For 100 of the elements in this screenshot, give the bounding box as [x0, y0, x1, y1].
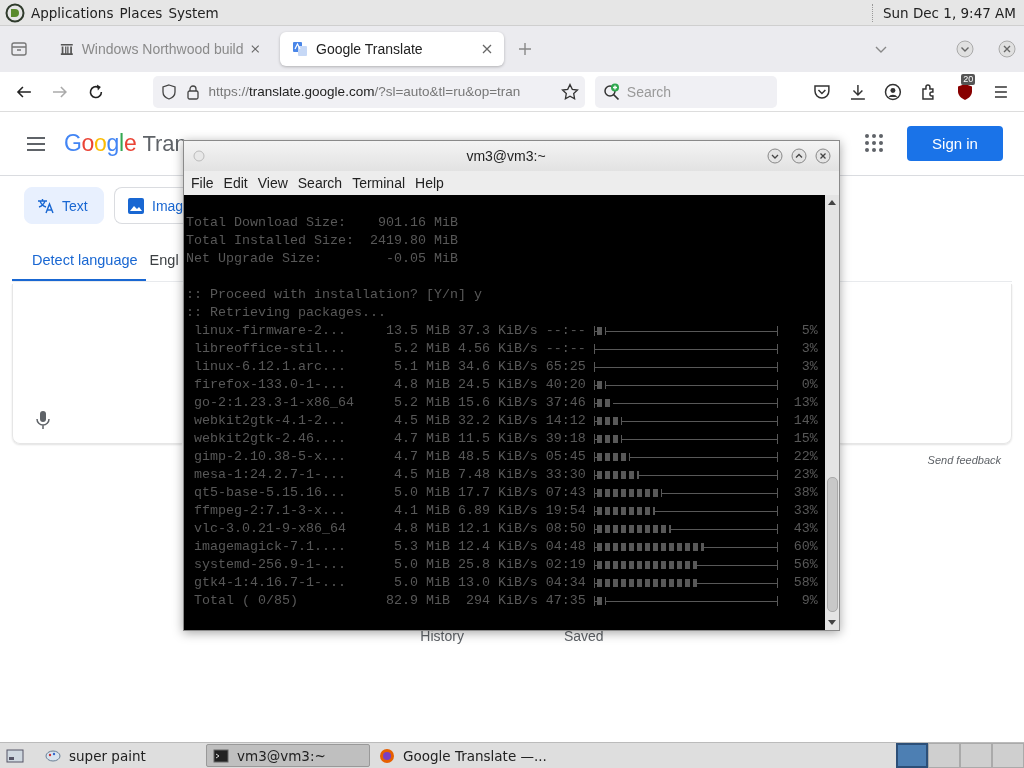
download-speed: 12.1 KiB/s: [456, 520, 538, 538]
download-size: 5.2 MiB: [392, 394, 450, 412]
percent-complete: 3%: [800, 358, 818, 376]
scroll-up-icon[interactable]: [828, 199, 836, 205]
percent-complete: 33%: [792, 502, 818, 520]
download-speed: 13.0 KiB/s: [456, 574, 538, 592]
percent-complete: 13%: [792, 394, 818, 412]
image-icon: [127, 196, 145, 215]
download-speed: 294 KiB/s: [464, 592, 538, 610]
scrollbar-thumb[interactable]: [826, 477, 838, 612]
terminal-line: :: Retrieving packages...: [186, 304, 387, 322]
menu-item[interactable]: File: [186, 175, 219, 191]
close-icon[interactable]: [482, 44, 492, 54]
footer-label[interactable]: Saved: [563, 628, 604, 644]
close-icon[interactable]: [998, 40, 1016, 58]
time-remaining: 04:48: [544, 538, 586, 556]
download-size: 4.7 MiB: [392, 430, 450, 448]
package-name: linux-firmware-2...: [194, 322, 347, 340]
address-bar[interactable]: https://translate.google.com/?sl=auto&tl=ru&op=tran: [152, 75, 585, 108]
package-name: ffmpeg-2:7.1-3-x...: [194, 502, 347, 520]
browser-tab[interactable]: Google Translate: [280, 32, 504, 66]
menu-item[interactable]: Help: [410, 175, 449, 191]
download-size: 5.0 MiB: [392, 574, 450, 592]
download-size: 4.5 MiB: [392, 466, 450, 484]
download-icon[interactable]: [848, 82, 867, 101]
percent-complete: 22%: [792, 448, 818, 466]
taskbar-item[interactable]: vm3@vm3:~: [206, 744, 370, 767]
download-speed: 11.5 KiB/s: [456, 430, 538, 448]
download-speed: 32.2 KiB/s: [456, 412, 538, 430]
package-name: webkit2gtk-2.46....: [194, 430, 347, 448]
search-field[interactable]: Search: [594, 75, 777, 108]
maximize-icon[interactable]: [791, 148, 807, 164]
package-name: Total ( 0/85): [194, 592, 299, 610]
menu-item[interactable]: Terminal: [347, 175, 411, 191]
download-size: 4.5 MiB: [392, 412, 450, 430]
close-icon[interactable]: [815, 148, 831, 164]
percent-complete: 43%: [792, 520, 818, 538]
download-speed: 6.89 KiB/s: [456, 502, 538, 520]
time-remaining: 02:19: [544, 556, 586, 574]
send-feedback-link[interactable]: Send feedback: [927, 454, 1001, 466]
shield-icon[interactable]: [956, 82, 975, 101]
distro-logo-icon[interactable]: [5, 2, 25, 23]
time-remaining: 04:34: [544, 574, 586, 592]
time-remaining: 07:43: [544, 484, 586, 502]
minimize-icon[interactable]: [767, 148, 783, 164]
workspace-switcher[interactable]: [928, 743, 960, 768]
close-icon[interactable]: [251, 44, 260, 54]
download-size: 5.1 MiB: [392, 358, 450, 376]
download-size: 4.8 MiB: [392, 520, 450, 538]
package-name: go-2:1.23.3-1-x86_64: [194, 394, 354, 412]
download-size: 5.3 MiB: [392, 538, 450, 556]
terminal-window[interactable]: [183, 140, 840, 631]
package-name: firefox-133.0-1-...: [194, 376, 347, 394]
google-logo[interactable]: Google: [64, 130, 137, 157]
tab-overview-icon[interactable]: [10, 40, 28, 58]
panel-menu[interactable]: System: [168, 4, 219, 21]
panel-menu[interactable]: Applications: [31, 4, 114, 21]
download-size: 4.8 MiB: [392, 376, 450, 394]
percent-complete: 23%: [792, 466, 818, 484]
menu-item[interactable]: View: [252, 175, 293, 191]
search-icon: [602, 82, 621, 101]
package-name: libreoffice-stil...: [194, 340, 347, 358]
show-desktop-icon[interactable]: [6, 747, 24, 764]
language-tab[interactable]: Detect language: [12, 240, 146, 281]
apps-grid-icon[interactable]: [865, 133, 885, 154]
download-speed: 12.4 KiB/s: [456, 538, 538, 556]
package-name: qt5-base-5.15.16...: [194, 484, 347, 502]
download-size: 82.9 MiB: [384, 592, 450, 610]
download-speed: 4.56 KiB/s: [456, 340, 538, 358]
language-tab[interactable]: Engl: [149, 240, 179, 281]
footer-label[interactable]: History: [420, 628, 464, 644]
clock[interactable]: Sun Dec 1, 9:47 AM: [882, 4, 1016, 21]
download-size: 5.2 MiB: [392, 340, 450, 358]
panel-menu[interactable]: Places: [119, 4, 163, 21]
taskbar-item[interactable]: super paint: [39, 744, 203, 767]
scrollbar[interactable]: [825, 195, 839, 630]
scroll-down-icon[interactable]: [828, 620, 836, 626]
account-icon[interactable]: [884, 82, 903, 101]
url-text: https://translate.google.com/?sl=auto&tl=ru&op=tran: [208, 84, 522, 99]
time-remaining: 14:12: [544, 412, 586, 430]
workspace-switcher[interactable]: [960, 743, 992, 768]
microphone-icon[interactable]: [35, 410, 51, 430]
time-remaining: 19:54: [544, 502, 586, 520]
download-speed: 34.6 KiB/s: [456, 358, 538, 376]
percent-complete: 0%: [800, 376, 818, 394]
time-remaining: --:--: [544, 322, 586, 340]
sign-in-button[interactable]: Sign in: [907, 126, 1003, 161]
mode-tab[interactable]: Text: [24, 187, 104, 224]
star-icon[interactable]: [560, 82, 579, 101]
menu-item[interactable]: Search: [292, 175, 348, 191]
workspace-switcher[interactable]: [992, 743, 1024, 768]
workspace-switcher[interactable]: [896, 743, 928, 768]
mode-tab[interactable]: Imag: [114, 187, 184, 224]
window-title: vm3@vm3:~: [465, 148, 547, 164]
pocket-icon[interactable]: [812, 82, 831, 101]
menu-item[interactable]: Edit: [218, 175, 253, 191]
taskbar-item[interactable]: Google Translate —...: [373, 744, 553, 767]
percent-complete: 58%: [792, 574, 818, 592]
download-speed: 15.6 KiB/s: [456, 394, 538, 412]
time-remaining: 40:20: [544, 376, 586, 394]
